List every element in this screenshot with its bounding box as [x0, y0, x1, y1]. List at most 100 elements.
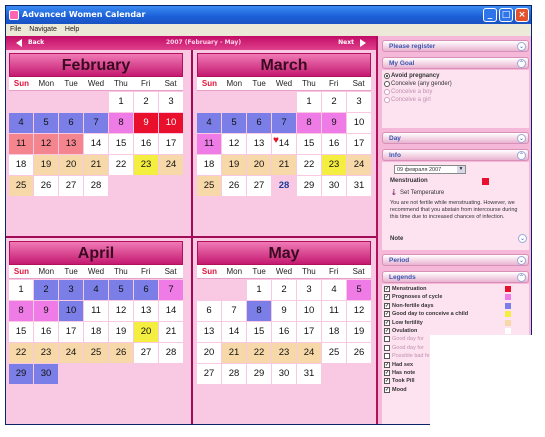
day-cell[interactable]: 4 [322, 280, 346, 300]
set-temperature-link[interactable]: Set Temperature [400, 190, 444, 196]
day-cell[interactable]: 21 [84, 155, 108, 175]
day-cell[interactable]: 26 [34, 176, 58, 196]
day-cell[interactable]: 16 [34, 322, 58, 342]
legend-item[interactable]: ✓ Menstruation [382, 285, 529, 293]
checkbox-icon[interactable]: ✓ [384, 319, 390, 326]
day-cell[interactable]: 24 [297, 343, 321, 363]
day-cell[interactable]: 26 [347, 343, 371, 363]
dropdown-arrow-icon[interactable]: ▼ [457, 166, 465, 173]
day-cell[interactable]: 21 [222, 343, 246, 363]
day-cell[interactable]: 27 [197, 364, 221, 384]
legends-section-header[interactable]: Legends ⌃ [382, 271, 529, 283]
day-cell[interactable]: 24 [347, 155, 371, 175]
day-cell[interactable]: 13 [59, 134, 83, 154]
day-cell[interactable]: 21 [272, 155, 296, 175]
day-cell[interactable]: 9 [34, 301, 58, 321]
day-cell[interactable]: 12 [222, 134, 246, 154]
day-cell[interactable]: 3 [159, 92, 183, 112]
day-cell[interactable]: 26 [109, 343, 133, 363]
day-cell[interactable]: 5 [34, 113, 58, 133]
day-cell[interactable]: 12 [34, 134, 58, 154]
thermometer-icon[interactable]: 🌡 [390, 189, 398, 196]
day-cell[interactable]: 4 [84, 280, 108, 300]
day-cell[interactable]: 12 [347, 301, 371, 321]
day-cell[interactable]: 22 [297, 155, 321, 175]
day-cell[interactable]: 14 ♥ [272, 134, 296, 154]
radio-icon[interactable] [384, 73, 390, 79]
day-cell[interactable]: 13 [134, 301, 158, 321]
day-cell[interactable]: 2 [322, 92, 346, 112]
day-cell[interactable]: 10 [297, 301, 321, 321]
day-cell[interactable]: 7 [84, 113, 108, 133]
day-cell[interactable]: 14 [222, 322, 246, 342]
chevron-down-icon[interactable]: ⌄ [518, 234, 527, 243]
radio-icon[interactable] [384, 97, 390, 103]
day-cell[interactable]: 9 [272, 301, 296, 321]
goal-radio-option[interactable]: Avoid pregnancy [382, 72, 529, 80]
day-cell[interactable]: 17 [297, 322, 321, 342]
day-cell[interactable]: 15 [297, 134, 321, 154]
chevron-up-icon[interactable]: ⌃ [517, 151, 526, 160]
day-cell[interactable]: 8 [297, 113, 321, 133]
back-button[interactable]: Back [28, 36, 44, 50]
day-cell[interactable]: 7 [272, 113, 296, 133]
checkbox-icon[interactable]: ✓ [384, 369, 390, 376]
day-cell[interactable]: 3 [59, 280, 83, 300]
day-cell[interactable]: 2 [34, 280, 58, 300]
day-cell[interactable]: 6 [59, 113, 83, 133]
day-cell[interactable]: 14 [84, 134, 108, 154]
register-section-header[interactable]: Please register ⌄ [382, 40, 529, 52]
day-cell[interactable]: 6 [134, 280, 158, 300]
day-cell[interactable]: 3 [297, 280, 321, 300]
day-cell[interactable]: 6 [247, 113, 271, 133]
day-cell[interactable]: 23 [134, 155, 158, 175]
period-section-header[interactable]: Period ⌄ [382, 254, 529, 266]
day-cell[interactable]: 31 [297, 364, 321, 384]
day-cell[interactable]: 21 [159, 322, 183, 342]
day-cell[interactable]: 15 [247, 322, 271, 342]
checkbox-icon[interactable]: ✓ [384, 386, 390, 393]
menu-help[interactable]: Help [65, 24, 79, 36]
radio-icon[interactable] [384, 81, 390, 87]
day-cell[interactable]: 13 [247, 134, 271, 154]
day-cell[interactable]: 29 [247, 364, 271, 384]
checkbox-icon[interactable]: ✓ [384, 294, 390, 301]
arrow-right-icon[interactable] [360, 39, 366, 47]
day-cell[interactable]: 18 [84, 322, 108, 342]
day-cell[interactable]: 15 [9, 322, 33, 342]
day-cell[interactable]: 23 [34, 343, 58, 363]
day-cell[interactable]: 25 [197, 176, 221, 196]
day-cell[interactable]: 2 [272, 280, 296, 300]
chevron-down-icon[interactable]: ⌄ [517, 256, 526, 265]
day-cell[interactable]: 20 [247, 155, 271, 175]
day-cell[interactable]: 15 [109, 134, 133, 154]
day-cell[interactable]: 28 [222, 364, 246, 384]
day-cell[interactable]: 12 [109, 301, 133, 321]
radio-icon[interactable] [384, 89, 390, 95]
day-cell[interactable]: 31 [347, 176, 371, 196]
day-cell[interactable]: 7 [222, 301, 246, 321]
day-cell[interactable]: 5 [222, 113, 246, 133]
minimize-button[interactable]: _ [483, 8, 497, 22]
day-cell[interactable]: 1 [297, 92, 321, 112]
day-cell[interactable]: 10 [59, 301, 83, 321]
day-cell[interactable]: 24 [159, 155, 183, 175]
day-cell[interactable]: 18 [322, 322, 346, 342]
day-cell[interactable]: 17 [59, 322, 83, 342]
day-cell[interactable]: 17 [159, 134, 183, 154]
day-cell[interactable]: 8 [109, 113, 133, 133]
day-cell[interactable]: 10 [159, 113, 183, 133]
day-cell[interactable]: 23 [322, 155, 346, 175]
day-cell[interactable]: 16 [134, 134, 158, 154]
day-cell[interactable]: 11 [322, 301, 346, 321]
day-cell[interactable]: 8 [9, 301, 33, 321]
day-cell[interactable]: 22 [9, 343, 33, 363]
day-cell[interactable]: 19 [347, 322, 371, 342]
day-cell[interactable]: 16 [272, 322, 296, 342]
day-cell[interactable]: 25 [9, 176, 33, 196]
day-cell[interactable]: 28 [84, 176, 108, 196]
day-cell[interactable]: 23 [272, 343, 296, 363]
day-cell[interactable]: 4 [9, 113, 33, 133]
chevron-up-icon[interactable]: ⌃ [517, 59, 526, 68]
day-cell[interactable]: 17 [347, 134, 371, 154]
